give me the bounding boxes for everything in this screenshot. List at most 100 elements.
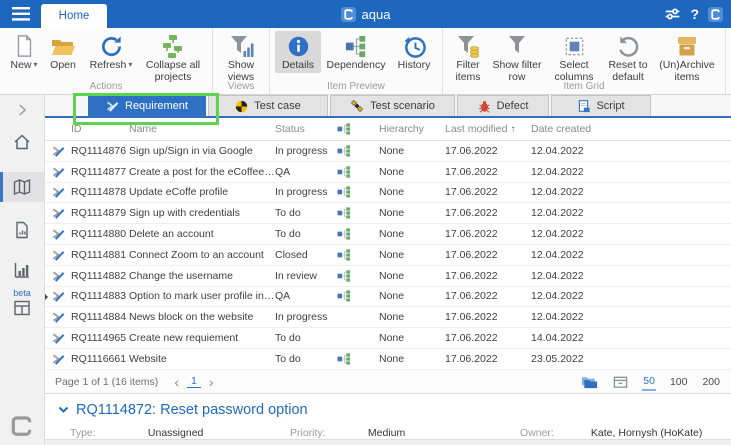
aqua-logo-icon [341, 7, 356, 22]
filter-items-button[interactable]: Filter items [448, 31, 488, 85]
tab-defect[interactable]: Defect [457, 95, 549, 116]
sidebar-item-analytics-chart[interactable] [0, 260, 44, 280]
unarchive-items-button[interactable]: (Un)Archive items [654, 31, 720, 85]
defect-bug-icon [478, 100, 491, 113]
reset-to-default-button[interactable]: Reset to default [602, 31, 654, 85]
group-label-search: Search [726, 81, 731, 92]
row-requirement-icon [45, 166, 71, 178]
main-content: Requirement Test case Test scenario Defe… [45, 95, 731, 445]
cell-dependency [335, 166, 379, 178]
header-hierarchy[interactable]: Hierarchy [379, 123, 445, 135]
table-row[interactable]: RQ1114965 Create new requiement To do No… [45, 328, 731, 349]
refresh-icon [99, 32, 124, 60]
details-button[interactable]: Details [275, 31, 321, 73]
group-label-item-preview: Item Preview [270, 81, 442, 92]
detail-panel: RQ1114872: Reset password option Type: U… [45, 394, 731, 445]
reset-arrow-icon [616, 32, 641, 60]
cell-last-modified: 17.06.2022 [445, 353, 531, 365]
header-last-modified[interactable]: Last modified↑ [445, 123, 531, 135]
tab-requirement[interactable]: Requirement [88, 95, 206, 116]
tab-test-case[interactable]: Test case [208, 95, 328, 116]
funnel-icon [504, 32, 530, 60]
pagination-bar: Page 1 of 1 (16 items) ‹ 1 › 50 100 200 [45, 370, 731, 393]
home-tab-label: Home [59, 10, 90, 22]
aqua-logo-gray-icon [0, 413, 44, 437]
header-name[interactable]: Name [129, 123, 275, 135]
header-date-created[interactable]: Date created [531, 123, 731, 135]
page-size-200[interactable]: 200 [701, 374, 721, 390]
detail-title-row[interactable]: RQ1114872: Reset password option [45, 394, 731, 418]
sidebar-item-report-document[interactable] [0, 220, 44, 240]
new-document-icon [12, 32, 36, 60]
cell-name: Option to mark user profile informati... [129, 290, 275, 302]
history-label: History [398, 60, 431, 72]
funnel-coins-icon [455, 32, 481, 60]
app-mark-icon[interactable] [708, 7, 723, 22]
refresh-button[interactable]: Refresh▾ [83, 31, 139, 73]
cell-name: Sign up with credentials [129, 207, 275, 219]
new-button[interactable]: New▾ [5, 31, 43, 73]
prev-page-icon[interactable]: ‹ [170, 375, 183, 389]
table-row[interactable]: RQ1114878 Update eCoffe profile In progr… [45, 183, 731, 204]
table-row[interactable]: RQ1116661 Website To do None 17.06.2022 … [45, 349, 731, 370]
sliders-settings-icon[interactable] [664, 6, 681, 22]
open-button[interactable]: Open [43, 31, 83, 73]
cell-dependency [335, 290, 379, 302]
table-row[interactable]: RQ1114881 Connect Zoom to an account Clo… [45, 245, 731, 266]
script-document-icon [577, 99, 590, 113]
header-status[interactable]: Status [275, 123, 335, 135]
help-icon[interactable]: ? [690, 6, 699, 22]
row-requirement-icon [45, 353, 71, 365]
sidebar-item-projects-map[interactable] [0, 177, 44, 197]
dependency-icon [344, 32, 369, 60]
cell-hierarchy: None [379, 228, 445, 240]
sidebar-item-grid-beta[interactable] [0, 298, 44, 318]
cell-date-created: 23.05.2022 [531, 353, 731, 365]
ribbon-tab-home[interactable]: Home [41, 4, 107, 28]
collapse-label: Collapse all projects [141, 60, 205, 84]
cell-last-modified: 17.06.2022 [445, 186, 531, 198]
table-row[interactable]: RQ1114884 News block on the website In p… [45, 307, 731, 328]
header-dependency[interactable] [335, 123, 379, 135]
cell-hierarchy: None [379, 186, 445, 198]
page-number[interactable]: 1 [187, 375, 201, 388]
beta-badge: beta [0, 288, 44, 298]
hamburger-menu-icon[interactable] [12, 7, 30, 21]
copy-folders-icon[interactable] [580, 373, 599, 390]
reset-to-default-label: Reset to default [604, 60, 652, 84]
topbar-icons: ? [664, 0, 723, 28]
group-label-item-grid: Item Grid [443, 81, 725, 92]
tab-script[interactable]: Script [551, 95, 651, 116]
tab-requirement-label: Requirement [125, 100, 188, 112]
header-id[interactable]: ID [71, 123, 129, 135]
table-row[interactable]: RQ1114882 Change the username In review … [45, 266, 731, 287]
field-label: Owner: [520, 427, 588, 439]
table-row[interactable]: RQ1114879 Sign up with credentials To do… [45, 203, 731, 224]
cell-hierarchy: None [379, 353, 445, 365]
collapse-all-projects-button[interactable]: Collapse all projects [139, 31, 207, 85]
page-size-100[interactable]: 100 [669, 374, 689, 390]
cell-date-created: 12.04.2022 [531, 290, 731, 302]
table-row[interactable]: RQ1114883 Option to mark user profile in… [45, 287, 731, 308]
cell-date-created: 12.04.2022 [531, 207, 731, 219]
test-scenario-icon [350, 99, 364, 113]
next-page-icon[interactable]: › [205, 375, 218, 389]
cell-dependency [335, 311, 379, 323]
tab-test-scenario[interactable]: Test scenario [330, 95, 455, 116]
show-filter-row-button[interactable]: Show filter row [488, 31, 546, 85]
history-button[interactable]: History [391, 31, 437, 73]
sidebar-collapse-chevron-icon[interactable] [0, 101, 44, 119]
cell-dependency [335, 228, 379, 240]
cell-last-modified: 17.06.2022 [445, 228, 531, 240]
table-row[interactable]: RQ1114876 Sign up/Sign in via Google In … [45, 141, 731, 162]
select-columns-button[interactable]: Select columns [546, 31, 602, 85]
archive-view-icon[interactable] [612, 374, 629, 390]
show-views-button[interactable]: Show views [218, 31, 264, 85]
table-row[interactable]: RQ1114880 Delete an account To do None 1… [45, 224, 731, 245]
table-row[interactable]: RQ1114877 Create a post for the eCoffee … [45, 162, 731, 183]
page-size-50[interactable]: 50 [642, 373, 656, 391]
cell-name: Create a post for the eCoffee invitation [129, 166, 275, 178]
dependency-button[interactable]: Dependency [321, 31, 391, 73]
ribbon-group-item-grid: Filter items Show filter row Select colu… [443, 28, 726, 94]
sidebar-item-home[interactable] [0, 132, 44, 152]
